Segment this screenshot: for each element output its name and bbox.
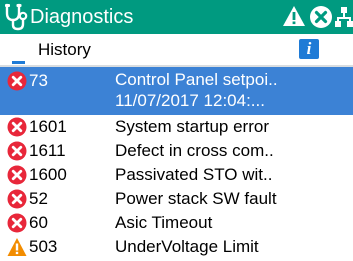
- title-bar: Diagnostics: [0, 0, 353, 34]
- event-description: UnderVoltage Limit: [115, 237, 259, 256]
- warning-icon: [7, 238, 27, 256]
- error-icon: [7, 117, 27, 137]
- event-row[interactable]: 1600 Passivated STO wit..: [0, 163, 353, 187]
- event-row[interactable]: 503 UnderVoltage Limit: [0, 235, 353, 259]
- error-icon: [7, 213, 27, 233]
- event-code: 60: [29, 213, 48, 232]
- event-description: Passivated STO wit..: [115, 165, 273, 184]
- focus-indicator: [12, 61, 25, 64]
- stethoscope-icon: [5, 3, 28, 31]
- error-icon[interactable]: [309, 5, 333, 29]
- error-icon: [7, 189, 27, 209]
- event-timestamp: 11/07/2017 12:04:...: [115, 91, 265, 110]
- error-icon: [7, 165, 27, 185]
- event-code: 1611: [29, 141, 66, 160]
- info-icon[interactable]: i: [299, 39, 319, 59]
- error-icon: [7, 71, 27, 91]
- warning-icon[interactable]: [282, 5, 306, 27]
- event-code: 52: [29, 189, 48, 208]
- event-row[interactable]: 1601 System startup error: [0, 115, 353, 139]
- event-list: 73 Control Panel setpoi.. 11/07/2017 12:…: [0, 67, 353, 259]
- screen-title: Diagnostics: [30, 6, 134, 28]
- event-description: Asic Timeout: [115, 213, 213, 232]
- event-row[interactable]: 1611 Defect in cross com..: [0, 139, 353, 163]
- event-row[interactable]: 73 Control Panel setpoi.. 11/07/2017 12:…: [0, 67, 353, 115]
- event-code: 503: [29, 237, 58, 256]
- network-icon[interactable]: [335, 6, 353, 28]
- error-icon: [7, 141, 27, 161]
- event-description: Defect in cross com..: [115, 141, 274, 160]
- event-description: Control Panel setpoi..: [115, 70, 278, 89]
- event-code: 73: [29, 71, 48, 90]
- event-row[interactable]: 52 Power stack SW fault: [0, 187, 353, 211]
- event-code: 1601: [29, 117, 67, 136]
- event-code: 1600: [29, 165, 67, 184]
- event-description: System startup error: [115, 117, 269, 136]
- history-subheader: History i: [0, 34, 353, 67]
- event-description: Power stack SW fault: [115, 189, 277, 208]
- event-row[interactable]: 60 Asic Timeout: [0, 211, 353, 235]
- history-label: History: [38, 40, 91, 59]
